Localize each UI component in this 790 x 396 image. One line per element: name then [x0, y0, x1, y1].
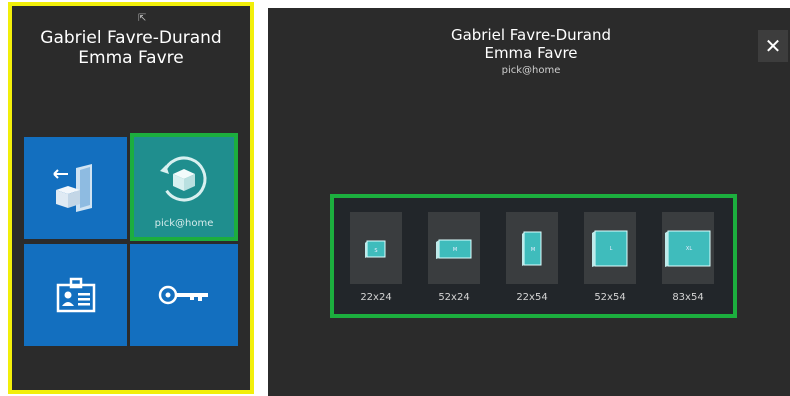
- id-card-icon: [56, 277, 95, 313]
- size-badge: XL: [686, 246, 692, 252]
- size-options: S 22x24 M 52x24 M 22x54 L 52x54 XL 83x54: [330, 194, 737, 318]
- size-option-22x24[interactable]: S: [350, 212, 402, 284]
- size-badge: S: [374, 248, 377, 254]
- recipient-name-1: Gabriel Favre-Durand: [40, 28, 222, 48]
- recipient-name-2: Emma Favre: [78, 48, 184, 68]
- size-option-52x54[interactable]: L: [584, 212, 636, 284]
- package-large-icon: L: [592, 230, 628, 267]
- package-small-icon: S: [365, 240, 386, 258]
- size-label-22x24: 22x24: [360, 292, 392, 303]
- detail-name-1: Gabriel Favre-Durand: [450, 26, 612, 44]
- size-badge: M: [531, 247, 535, 253]
- return-package-icon: [52, 164, 92, 212]
- key-icon: [158, 285, 208, 305]
- right-panel: Gabriel Favre-Durand Emma Favre pick@hom…: [268, 8, 790, 396]
- package-xl-icon: XL: [665, 230, 711, 267]
- tile-key[interactable]: [130, 244, 238, 346]
- tile-id-card[interactable]: [24, 244, 127, 346]
- detail-header: Gabriel Favre-Durand Emma Favre pick@hom…: [268, 26, 790, 77]
- size-option-83x54[interactable]: XL: [662, 212, 714, 284]
- package-tall-icon: M: [522, 231, 542, 266]
- panel-divider: [254, 0, 268, 396]
- size-label-83x54: 83x54: [672, 292, 704, 303]
- size-label-22x54: 22x54: [516, 292, 548, 303]
- size-label-52x24: 52x24: [438, 292, 470, 303]
- pick-at-home-icon: [160, 156, 207, 202]
- size-badge: M: [453, 247, 457, 253]
- tile-pickathome[interactable]: pick@home: [130, 133, 238, 241]
- mouse-cursor-icon: ⇱: [138, 13, 147, 24]
- detail-service: pick@home: [501, 65, 561, 76]
- tile-return[interactable]: [24, 137, 127, 239]
- package-medium-icon: M: [436, 239, 472, 259]
- size-badge: L: [610, 246, 613, 252]
- size-label-52x54: 52x54: [594, 292, 626, 303]
- detail-name-2: Emma Favre: [484, 44, 578, 62]
- size-option-52x24[interactable]: M: [428, 212, 480, 284]
- tile-pickathome-label: pick@home: [154, 218, 214, 229]
- close-button[interactable]: ✕: [758, 30, 788, 62]
- left-panel: ⇱ Gabriel Favre-Durand Emma Favre pick@h…: [8, 2, 254, 394]
- recipient-names: Gabriel Favre-Durand Emma Favre: [12, 28, 250, 68]
- size-option-22x54[interactable]: M: [506, 212, 558, 284]
